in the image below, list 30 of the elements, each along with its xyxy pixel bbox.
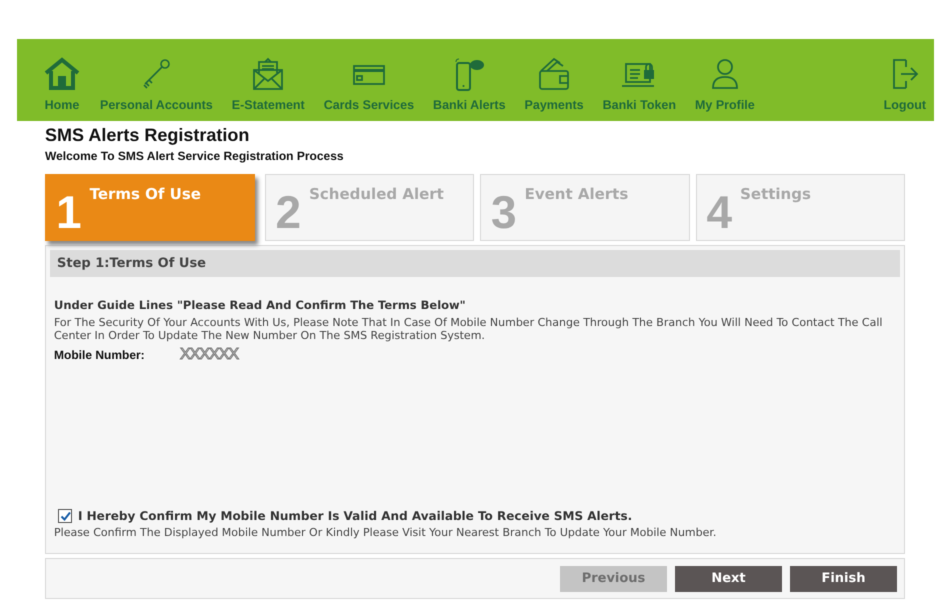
panel-header: Step 1:Terms Of Use	[50, 250, 900, 277]
nav-item[interactable]: Payments	[524, 39, 584, 121]
nav-item[interactable]: Logout	[884, 39, 926, 121]
nav-item[interactable]: Banki Token	[602, 39, 676, 121]
nav-item[interactable]: Banki Alerts	[433, 39, 506, 121]
step-label: Settings	[740, 185, 811, 203]
mobile-value: XXXXXX	[180, 346, 238, 364]
mobile-label: Mobile Number:	[54, 348, 146, 362]
terms-heading: Under Guide Lines "Please Read And Confirm The Terms Below"	[54, 298, 467, 312]
step-number: 4	[706, 189, 732, 235]
nav-item[interactable]: My Profile	[695, 39, 755, 121]
step-number: 1	[56, 189, 82, 235]
step-label: Terms Of Use	[90, 185, 201, 203]
home-icon	[43, 57, 81, 91]
step-label: Scheduled Alert	[309, 185, 444, 203]
confirm-label: I Hereby Confirm My Mobile Number Is Valid And Available To Receive SMS Alerts.	[78, 509, 632, 523]
nav-item[interactable]: Cards Services	[324, 39, 414, 121]
nav-button[interactable]: Finish	[790, 566, 897, 592]
nav-item[interactable]: Personal Accounts	[100, 39, 213, 121]
nav-item[interactable]: E-Statement	[232, 39, 305, 121]
step-label: Event Alerts	[524, 185, 628, 203]
step-number: 2	[276, 189, 302, 235]
checkbox[interactable]	[58, 509, 72, 523]
nav-item[interactable]: Home	[43, 39, 81, 121]
page-subtitle: Welcome To SMS Alert Service Registration Process	[45, 149, 345, 163]
page-title: SMS Alerts Registration	[45, 125, 250, 146]
terms-text: For The Security Of Your Accounts With Us, Please Note That In Case Of Mobile Number Change Through The Branch You Will Need To Contact The Call Center In Order To Update The New Number On The SMS Registration System.	[54, 316, 884, 342]
nav-button[interactable]: Next	[675, 566, 782, 592]
step-number: 3	[491, 189, 517, 235]
confirm-note: Please Confirm The Displayed Mobile Number Or Kindly Please Visit Your Nearest Branch To Update Your Mobile Number.	[54, 526, 718, 539]
